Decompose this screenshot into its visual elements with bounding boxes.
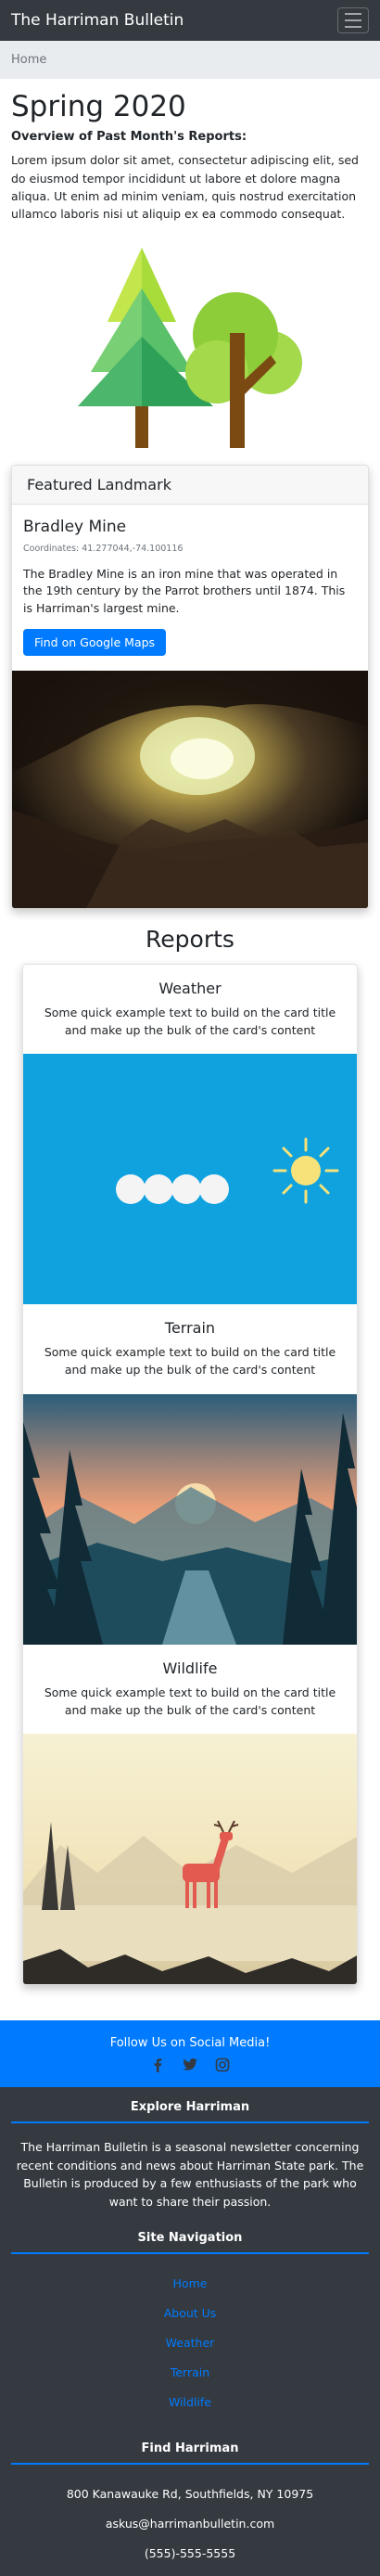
landmark-name: Bradley Mine xyxy=(23,517,127,536)
report-title: Wildlife xyxy=(162,1659,218,1677)
report-title: Weather xyxy=(158,979,222,997)
report-text: Some quick example text to build on the … xyxy=(44,1685,336,1717)
featured-landmark-body: Bradley Mine Coordinates: 41.277044,-74.… xyxy=(12,505,368,671)
twitter-icon[interactable] xyxy=(182,2057,198,2072)
landmark-description: The Bradley Mine is an iron mine that wa… xyxy=(23,566,346,616)
footer-link-home[interactable]: Home xyxy=(11,2269,369,2299)
report-text: Some quick example text to build on the … xyxy=(44,1005,336,1037)
reports-heading: Reports xyxy=(146,925,234,953)
site-footer: Explore Harriman The Harriman Bulletin i… xyxy=(0,2087,380,2576)
social-heading: Follow Us on Social Media! xyxy=(109,2035,271,2050)
mine-cave-photo xyxy=(12,670,368,908)
footer-find-title: Find Harriman xyxy=(11,2441,369,2465)
report-card-wildlife: Wildlife Some quick example text to buil… xyxy=(23,1645,357,1735)
intro-section: Spring 2020 Overview of Past Month's Rep… xyxy=(0,79,380,224)
featured-landmark-card: Featured Landmark Bradley Mine Coordinat… xyxy=(11,464,369,909)
footer-nav-list: Home About Us Weather Terrain Wildlife xyxy=(11,2269,369,2417)
wildlife-illustration xyxy=(23,1734,357,1985)
report-text: Some quick example text to build on the … xyxy=(44,1345,336,1378)
instagram-icon[interactable] xyxy=(215,2057,230,2072)
report-title: Terrain xyxy=(164,1319,216,1338)
facebook-icon[interactable] xyxy=(150,2057,165,2072)
footer-phone[interactable]: (555)-555-5555 xyxy=(11,2539,369,2569)
page-title: Spring 2020 xyxy=(11,90,186,123)
social-media-bar: Follow Us on Social Media! xyxy=(0,2020,380,2088)
google-maps-button[interactable]: Find on Google Maps xyxy=(23,628,167,656)
featured-landmark-header: Featured Landmark xyxy=(12,465,368,505)
footer-link-wildlife[interactable]: Wildlife xyxy=(11,2388,369,2417)
report-card-weather: Weather Some quick example text to build… xyxy=(23,965,357,1055)
report-card-terrain: Terrain Some quick example text to build… xyxy=(23,1304,357,1394)
breadcrumb: Home xyxy=(0,41,380,79)
site-brand[interactable]: The Harriman Bulletin xyxy=(11,11,184,30)
social-icons xyxy=(150,2057,230,2072)
intro-text: Lorem ipsum dolor sit amet, consectetur … xyxy=(11,153,359,222)
footer-explore-title: Explore Harriman xyxy=(11,2100,369,2124)
trees-illustration xyxy=(78,247,302,448)
intro-subtitle: Overview of Past Month's Reports: xyxy=(11,130,247,145)
breadcrumb-home[interactable]: Home xyxy=(11,53,46,67)
reports-card-group: Weather Some quick example text to build… xyxy=(22,963,358,1986)
footer-link-weather[interactable]: Weather xyxy=(11,2328,369,2358)
footer-link-about-us[interactable]: About Us xyxy=(11,2299,369,2328)
footer-link-terrain[interactable]: Terrain xyxy=(11,2358,369,2388)
landmark-coordinates: Coordinates: 41.277044,-74.100116 xyxy=(23,543,184,554)
footer-explore-text: The Harriman Bulletin is a seasonal news… xyxy=(16,2140,364,2209)
footer-address: 800 Kanawauke Rd, Southfields, NY 10975 xyxy=(66,2486,314,2501)
footer-email[interactable]: askus@harrimanbulletin.com xyxy=(11,2509,369,2539)
top-navbar: The Harriman Bulletin xyxy=(0,0,380,41)
terrain-illustration xyxy=(23,1393,357,1645)
weather-illustration xyxy=(23,1054,357,1305)
footer-nav-title: Site Navigation xyxy=(11,2231,369,2254)
hamburger-menu-icon[interactable] xyxy=(337,7,369,33)
